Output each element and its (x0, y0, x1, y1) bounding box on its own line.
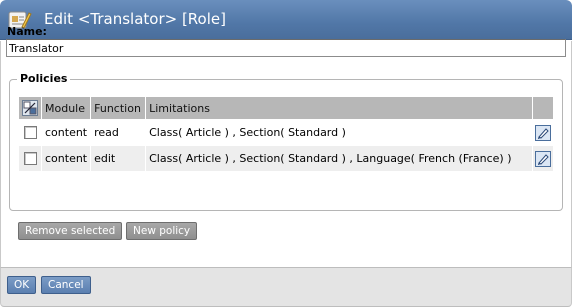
ok-button[interactable]: OK (7, 276, 37, 294)
row-edit-cell (533, 146, 553, 171)
toggle-selection-header[interactable] (19, 97, 41, 119)
table-row: content edit Class( Article ) , Section(… (19, 146, 553, 171)
row-checkbox-cell (19, 146, 41, 171)
cell-limitations: Class( Article ) , Section( Standard ) ,… (146, 146, 532, 171)
column-header-module: Module (42, 97, 91, 119)
cell-module: content (42, 120, 91, 145)
invert-selection-icon[interactable] (22, 100, 38, 116)
remove-selected-button[interactable]: Remove selected (18, 222, 123, 240)
window-title: Edit <Translator> [Role] (44, 10, 226, 28)
cell-function: read (91, 120, 146, 145)
new-policy-button[interactable]: New policy (126, 222, 198, 240)
window-titlebar: Edit <Translator> [Role] (0, 0, 572, 40)
name-label: Name: (7, 25, 47, 38)
name-input[interactable] (6, 39, 566, 57)
table-header-row: Module Function Limitations (19, 97, 553, 119)
pencil-icon[interactable] (535, 150, 551, 167)
cancel-button[interactable]: Cancel (41, 276, 91, 294)
cell-limitations: Class( Article ) , Section( Standard ) (146, 120, 532, 145)
pencil-icon[interactable] (535, 124, 551, 141)
column-header-limitations: Limitations (146, 97, 532, 119)
cell-module: content (42, 146, 91, 171)
column-header-edit (533, 97, 553, 119)
column-header-function: Function (91, 97, 146, 119)
table-row: content read Class( Article ) , Section(… (19, 120, 553, 145)
policies-table: Module Function Limitations content read… (18, 96, 554, 172)
row-edit-cell (533, 120, 553, 145)
cell-function: edit (91, 146, 146, 171)
row-select-checkbox[interactable] (23, 152, 37, 166)
row-select-checkbox[interactable] (23, 126, 37, 140)
row-checkbox-cell (19, 120, 41, 145)
policies-legend: Policies (17, 72, 71, 85)
